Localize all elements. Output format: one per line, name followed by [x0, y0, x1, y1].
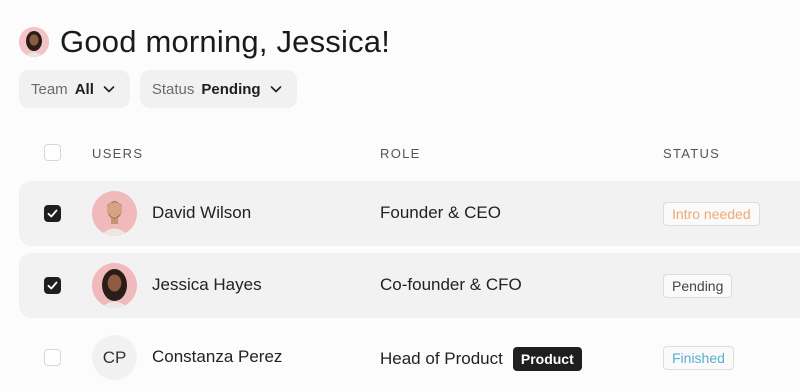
user-avatar-icon: [19, 27, 49, 57]
role-text: Co-founder & CFO: [380, 275, 522, 294]
table-row[interactable]: David Wilson Founder & CEO Intro needed: [19, 181, 800, 246]
column-header-users[interactable]: USERS: [92, 146, 143, 161]
table-header: USERS ROLE STATUS: [0, 133, 800, 173]
user-name[interactable]: Constanza Perez: [152, 347, 282, 367]
filter-bar: Team All Status Pending: [19, 70, 297, 108]
page-title: Good morning, Jessica!: [60, 24, 391, 59]
chevron-down-icon: [270, 86, 281, 93]
role-tag: Product: [512, 347, 582, 371]
row-checkbox[interactable]: [44, 277, 61, 294]
user-name[interactable]: Jessica Hayes: [152, 275, 262, 295]
column-header-status[interactable]: STATUS: [663, 146, 720, 161]
filter-value: All: [74, 80, 94, 98]
select-all-checkbox[interactable]: [44, 144, 61, 161]
role-text: Head of Product: [380, 349, 503, 368]
status-filter-dropdown[interactable]: Status Pending: [139, 70, 297, 108]
team-filter-dropdown[interactable]: Team All: [19, 70, 130, 108]
row-checkbox[interactable]: [44, 349, 61, 366]
user-avatar-icon: [92, 263, 137, 308]
filter-label: Team: [31, 80, 68, 98]
user-role: Founder & CEO: [380, 203, 501, 223]
status-badge: Finished: [663, 346, 734, 370]
role-text: Founder & CEO: [380, 203, 501, 222]
checkmark-icon: [47, 281, 58, 290]
avatar[interactable]: [19, 27, 49, 57]
table-row[interactable]: CP Constanza Perez Head of Product Produ…: [19, 325, 800, 390]
status-badge: Pending: [663, 274, 733, 298]
filter-value: Pending: [201, 80, 261, 98]
avatar: [92, 191, 137, 236]
avatar-initials: CP: [92, 335, 137, 380]
status-badge: Intro needed: [663, 202, 760, 226]
user-role: Co-founder & CFO: [380, 275, 522, 295]
page-header: Good morning, Jessica!: [19, 24, 390, 60]
user-name[interactable]: David Wilson: [152, 203, 251, 223]
column-header-role[interactable]: ROLE: [380, 146, 421, 161]
user-avatar-icon: [92, 191, 137, 236]
chevron-down-icon: [103, 86, 115, 93]
row-checkbox[interactable]: [44, 205, 61, 222]
table-row[interactable]: Jessica Hayes Co-founder & CFO Pending: [19, 253, 800, 318]
user-role: Head of Product Product: [380, 347, 582, 371]
avatar: [92, 263, 137, 308]
avatar: CP: [92, 335, 137, 380]
filter-label: Status: [151, 80, 195, 98]
checkmark-icon: [47, 209, 58, 218]
